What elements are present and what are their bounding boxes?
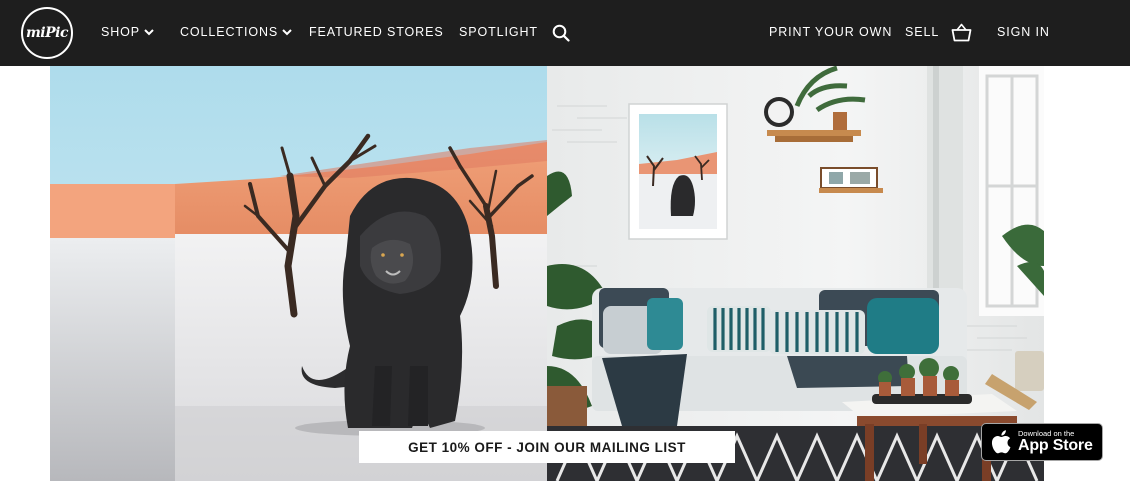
nav-sign-in[interactable]: SIGN IN <box>997 25 1050 39</box>
nav-sell-label: SELL <box>905 25 940 39</box>
app-store-badge[interactable]: Download on the App Store <box>981 423 1103 461</box>
nav-sign-in-label: SIGN IN <box>997 25 1050 39</box>
site-logo[interactable]: miPic <box>21 7 73 59</box>
chevron-down-icon <box>282 28 292 35</box>
nav-shop-label: SHOP <box>101 25 141 39</box>
nav-print-your-own-label: PRINT YOUR OWN <box>769 25 893 39</box>
nav-featured-stores[interactable]: FEATURED STORES <box>309 25 444 39</box>
nav-spotlight[interactable]: SPOTLIGHT <box>459 25 538 39</box>
chevron-down-icon <box>144 28 154 35</box>
nav-shop[interactable]: SHOP <box>101 25 154 39</box>
app-store-small-text: Download on the <box>1018 428 1075 438</box>
mailing-list-promo-button[interactable]: GET 10% OFF - JOIN OUR MAILING LIST <box>359 431 735 463</box>
lion-desert-image <box>50 66 547 481</box>
nav-spotlight-label: SPOTLIGHT <box>459 25 538 39</box>
logo-text: miPic <box>25 25 69 41</box>
mailing-list-promo-label: GET 10% OFF - JOIN OUR MAILING LIST <box>408 439 686 455</box>
nav-sell[interactable]: SELL <box>905 25 939 39</box>
nav-print-your-own[interactable]: PRINT YOUR OWN <box>769 25 892 39</box>
apple-logo-icon <box>991 430 1011 454</box>
nav-featured-stores-label: FEATURED STORES <box>309 25 444 39</box>
living-room-image <box>547 66 1044 481</box>
top-navigation-bar: miPic SHOP COLLECTIONS FEATURED STORES S… <box>0 0 1130 66</box>
nav-collections-label: COLLECTIONS <box>180 25 279 39</box>
search-icon[interactable] <box>552 24 570 42</box>
hero-banner[interactable] <box>50 66 1044 481</box>
shopping-basket-icon[interactable] <box>951 23 972 42</box>
nav-collections[interactable]: COLLECTIONS <box>180 25 292 39</box>
app-store-big-text: App Store <box>1018 437 1093 455</box>
